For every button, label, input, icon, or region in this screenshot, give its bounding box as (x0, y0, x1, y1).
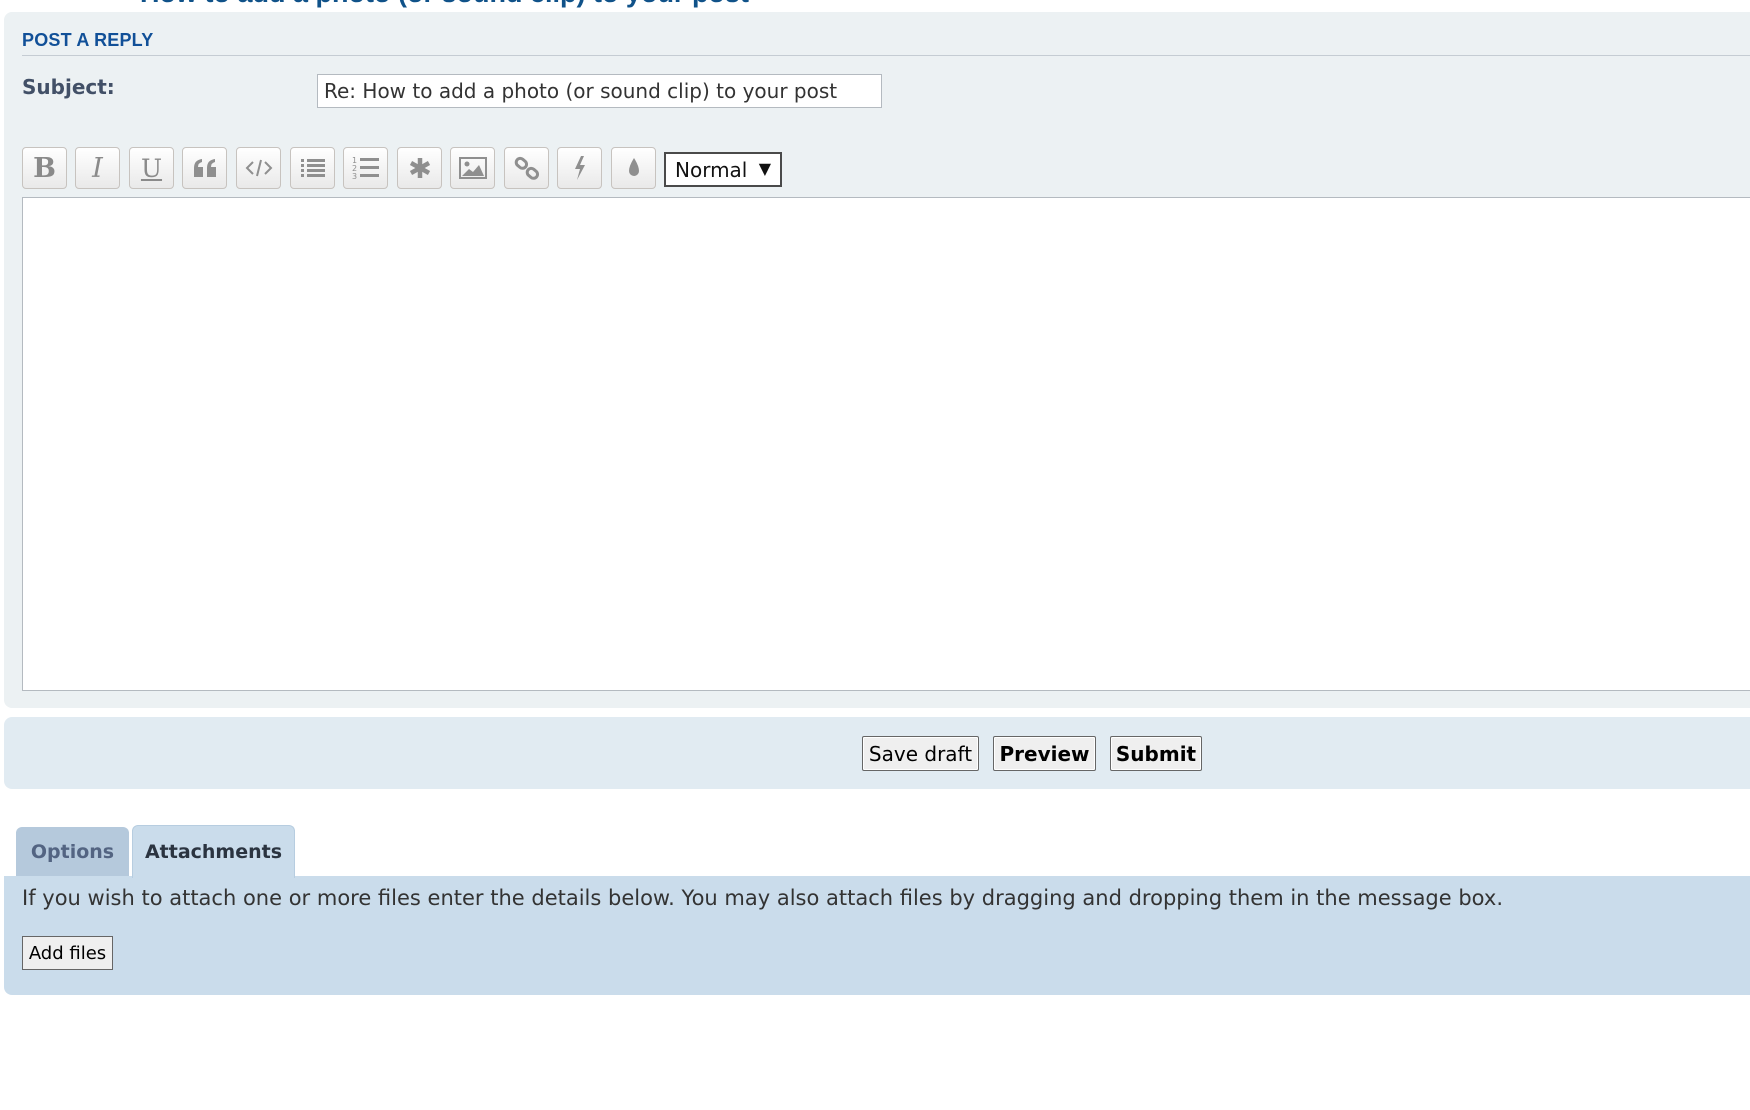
svg-text:3: 3 (352, 172, 357, 181)
list-item-button[interactable] (397, 147, 442, 189)
image-button[interactable] (450, 147, 495, 189)
list-icon (300, 157, 326, 179)
bolt-icon (572, 155, 588, 181)
subject-input[interactable] (317, 74, 882, 108)
post-reply-heading: POST A REPLY (22, 30, 154, 50)
ordered-list-icon: 123 (352, 155, 380, 181)
preview-button[interactable]: Preview (993, 736, 1096, 771)
quote-button[interactable] (182, 147, 227, 189)
chevron-down-icon: ▼ (758, 159, 771, 178)
submit-button[interactable]: Submit (1110, 736, 1202, 771)
bold-glyph: B (33, 152, 56, 184)
subject-label: Subject: (22, 75, 115, 99)
add-files-button[interactable]: Add files (22, 936, 113, 970)
link-icon (514, 155, 540, 181)
font-size-select[interactable]: Normal ▼ (664, 152, 782, 187)
tab-options[interactable]: Options (16, 827, 129, 877)
italic-glyph: I (92, 152, 103, 184)
droplet-icon (626, 157, 642, 179)
attachments-help-text: If you wish to attach one or more files … (22, 886, 1503, 910)
italic-button[interactable]: I (75, 147, 120, 189)
image-icon (458, 157, 487, 179)
posting-page: How to add a photo (or sound clip) to yo… (0, 0, 1750, 1110)
bold-button[interactable]: B (22, 147, 67, 189)
underline-button[interactable]: U (129, 147, 174, 189)
link-button[interactable] (504, 147, 549, 189)
code-icon (245, 158, 273, 178)
quote-icon (193, 158, 217, 178)
underline-glyph: U (140, 153, 163, 183)
heading-divider (22, 55, 1750, 56)
code-button[interactable] (236, 147, 281, 189)
font-size-value: Normal (675, 157, 748, 182)
asterisk-icon (408, 156, 432, 180)
save-draft-button[interactable]: Save draft (862, 736, 979, 771)
flash-button[interactable] (557, 147, 602, 189)
ordered-list-button[interactable]: 123 (343, 147, 388, 189)
tab-attachments[interactable]: Attachments (132, 825, 295, 878)
list-button[interactable] (290, 147, 335, 189)
topic-title[interactable]: How to add a photo (or sound clip) to yo… (140, 0, 749, 9)
message-textarea[interactable] (22, 197, 1750, 691)
color-button[interactable] (611, 147, 656, 189)
